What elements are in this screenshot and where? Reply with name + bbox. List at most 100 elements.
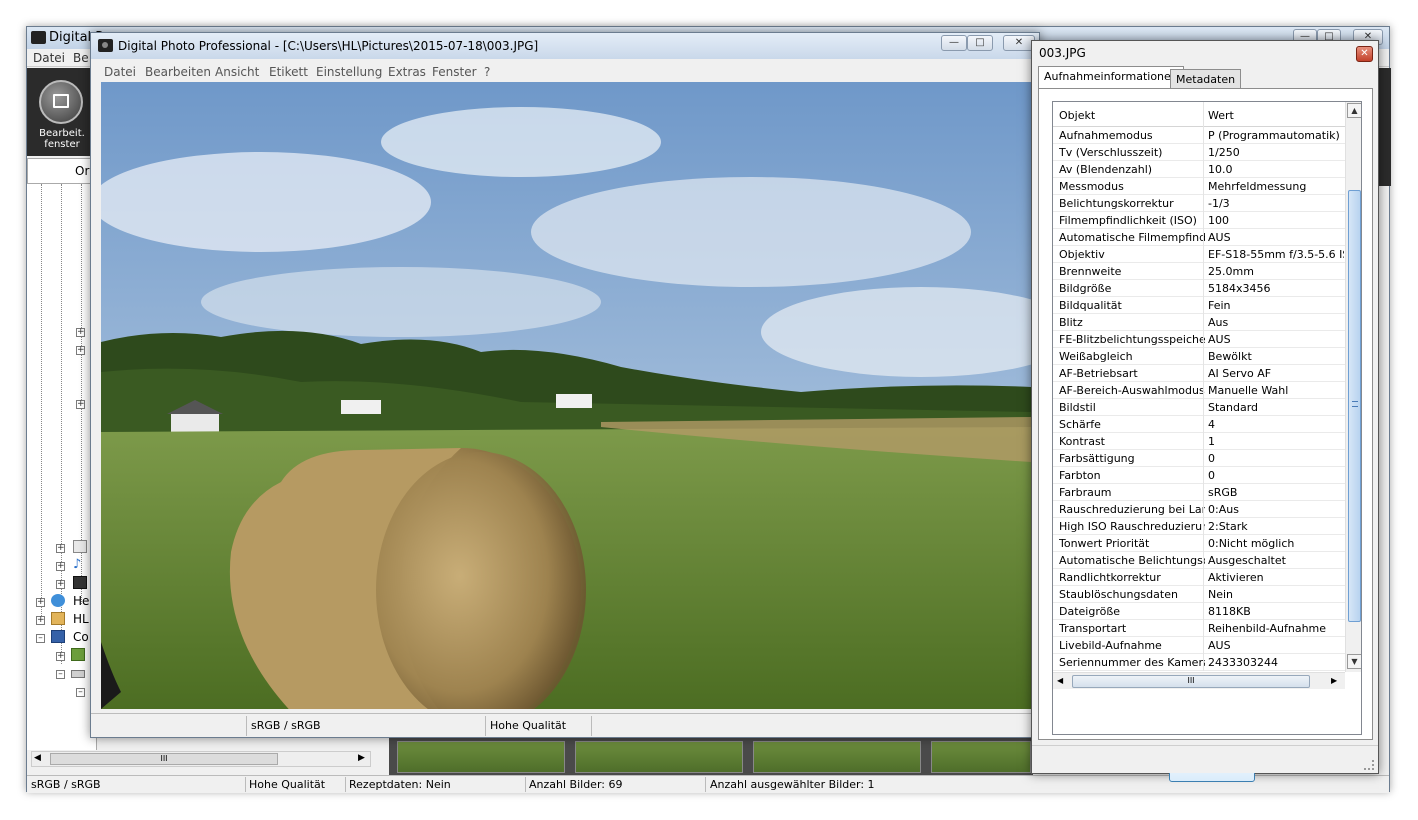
menu-etikett[interactable]: Etikett [269, 65, 308, 79]
scroll-up-arrow[interactable]: ▲ [1347, 103, 1361, 118]
table-row[interactable]: Livebild-Aufnahme AUS [1053, 637, 1345, 654]
table-row[interactable]: Bildqualität Fein [1053, 297, 1345, 314]
column-header-object[interactable]: Objekt [1059, 109, 1095, 122]
table-row[interactable]: Randlichtkorrektur Aktivieren [1053, 569, 1345, 586]
table-row[interactable]: Dateigröße 8118KB [1053, 603, 1345, 620]
tree-item-homegroup[interactable]: He [73, 594, 89, 608]
table-row[interactable]: Farbraum sRGB [1053, 484, 1345, 501]
viewer-status-quality: Hohe Qualität [490, 719, 567, 732]
scroll-thumb[interactable]: III [1072, 675, 1310, 688]
thumbnail[interactable] [397, 741, 565, 773]
photo-image [101, 82, 1031, 709]
status-recipe: Rezeptdaten: Nein [349, 778, 451, 791]
dialog-title: 003.JPG [1039, 46, 1086, 60]
table-row[interactable]: Brennweite 25.0mm [1053, 263, 1345, 280]
scroll-left-arrow[interactable]: ◀ [1057, 676, 1063, 685]
table-row[interactable]: Tv (Verschlusszeit) 1/250 [1053, 144, 1345, 161]
shooting-info-dialog: 003.JPG ✕ Aufnahmeinformationen Metadate… [1031, 40, 1379, 782]
tree-horizontal-scrollbar[interactable]: ◀ III ▶ [31, 751, 371, 767]
tab-shooting-info[interactable]: Aufnahmeinformationen [1038, 66, 1184, 89]
table-row[interactable]: Objektiv EF-S18-55mm f/3.5-5.6 IS I [1053, 246, 1345, 263]
table-row[interactable]: AF-Betriebsart AI Servo AF [1053, 365, 1345, 382]
table-row[interactable]: Belichtungskorrektur -1/3 [1053, 195, 1345, 212]
menu-datei[interactable]: Datei [33, 51, 65, 65]
table-row[interactable]: Automatische Belichtungso... Ausgeschalte… [1053, 552, 1345, 569]
menu-einstellung[interactable]: Einstellung [316, 65, 382, 79]
resize-grip-icon[interactable] [1364, 760, 1374, 770]
table-row[interactable]: Rauschreduzierung bei Lan... 0:Aus [1053, 501, 1345, 518]
info-horizontal-scrollbar[interactable]: ◀ III ▶ [1053, 672, 1345, 689]
scroll-right-arrow[interactable]: ▶ [1331, 676, 1337, 685]
tree-item-user[interactable]: HL [73, 612, 89, 626]
table-row[interactable]: Seriennummer des Kamera... 2433303244 [1053, 654, 1345, 671]
table-row[interactable]: Automatische Filmempfindli...AUS [1053, 229, 1345, 246]
tree-expander[interactable]: + [36, 598, 45, 607]
edit-window-button[interactable] [39, 80, 83, 124]
folder-tab-label: Or [75, 164, 90, 178]
info-vertical-scrollbar[interactable]: ▲ ▼ [1345, 102, 1361, 672]
thumbnail[interactable] [931, 741, 1031, 773]
tree-expander[interactable]: + [56, 544, 65, 553]
scroll-down-arrow[interactable]: ▼ [1347, 654, 1361, 669]
column-header-value[interactable]: Wert [1208, 109, 1234, 122]
tree-expander[interactable]: + [76, 328, 85, 337]
tree-expander[interactable]: + [56, 562, 65, 571]
menu-fenster[interactable]: Fenster [432, 65, 477, 79]
viewer-statusbar: sRGB / sRGB Hohe Qualität [91, 713, 1039, 737]
edit-window-label: Bearbeit. fenster [39, 128, 85, 150]
table-row[interactable]: Bildstil Standard [1053, 399, 1345, 416]
menu-bearbeiten[interactable]: Be [73, 51, 89, 65]
tree-expander[interactable]: + [56, 652, 65, 661]
table-row[interactable]: Weißabgleich Bewölkt [1053, 348, 1345, 365]
table-row[interactable]: Tonwert Priorität 0:Nicht möglich [1053, 535, 1345, 552]
table-row[interactable]: Farbton 0 [1053, 467, 1345, 484]
tree-expander[interactable]: + [76, 346, 85, 355]
table-row[interactable]: FE-Blitzbelichtungsspeicher... AUS [1053, 331, 1345, 348]
video-icon [73, 576, 87, 589]
camera-icon [98, 39, 113, 52]
scroll-thumb[interactable] [1348, 190, 1361, 622]
tree-expander[interactable]: – [36, 634, 45, 643]
menu-datei[interactable]: Datei [104, 65, 136, 79]
table-row[interactable]: Blitz Aus [1053, 314, 1345, 331]
table-row[interactable]: Staublöschungsdaten Nein [1053, 586, 1345, 603]
status-quality: Hohe Qualität [249, 778, 326, 791]
table-row[interactable]: AF-Bereich-Auswahlmodus Manuelle Wahl [1053, 382, 1345, 399]
folder-tab[interactable]: Or [27, 158, 97, 184]
tree-expander[interactable]: + [56, 580, 65, 589]
tree-expander[interactable]: – [76, 688, 85, 697]
table-row[interactable]: Kontrast 1 [1053, 433, 1345, 450]
table-row[interactable]: Transportart Reihenbild-Aufnahme [1053, 620, 1345, 637]
table-row[interactable]: Schärfe 4 [1053, 416, 1345, 433]
tree-expander[interactable]: – [56, 670, 65, 679]
table-row[interactable]: Messmodus Mehrfeldmessung [1053, 178, 1345, 195]
table-row[interactable]: Bildgröße 5184x3456 [1053, 280, 1345, 297]
table-row[interactable]: Farbsättigung 0 [1053, 450, 1345, 467]
thumbnail[interactable] [753, 741, 921, 773]
menu-ansicht[interactable]: Ansicht [215, 65, 259, 79]
tree-expander[interactable]: + [36, 616, 45, 625]
info-table-header: Objekt Wert [1053, 102, 1345, 127]
menu-help[interactable]: ? [484, 65, 490, 79]
table-row[interactable]: Av (Blendenzahl) 10.0 [1053, 161, 1345, 178]
maximize-button[interactable]: □ [967, 35, 993, 51]
table-row[interactable]: High ISO Rauschreduzierung 2:Stark [1053, 518, 1345, 535]
tree-expander[interactable]: + [76, 400, 85, 409]
scroll-thumb[interactable]: III [50, 753, 278, 765]
table-row[interactable]: Aufnahmemodus P (Programmautomatik) [1053, 127, 1345, 144]
menu-bearbeiten[interactable]: Bearbeiten [145, 65, 211, 79]
menu-extras[interactable]: Extras [388, 65, 426, 79]
tab-metadata[interactable]: Metadaten [1170, 69, 1242, 88]
table-row[interactable]: Filmempfindlichkeit (ISO) 100 [1053, 212, 1345, 229]
user-folder-icon [51, 612, 65, 625]
hay-bale-photo[interactable] [101, 82, 1031, 709]
dialog-close-button[interactable]: ✕ [1356, 46, 1373, 62]
dialog-titlebar: 003.JPG ✕ [1032, 41, 1378, 65]
scroll-left-arrow[interactable]: ◀ [34, 753, 41, 763]
tree-item-computer[interactable]: Co [73, 630, 89, 644]
info-table: Objekt Wert Aufnahmemodus P (Programmauto… [1052, 101, 1362, 735]
status-selected-count: Anzahl ausgewählter Bilder: 1 [710, 778, 875, 791]
minimize-button[interactable]: — [941, 35, 967, 51]
thumbnail[interactable] [575, 741, 743, 773]
scroll-right-arrow[interactable]: ▶ [358, 753, 365, 763]
